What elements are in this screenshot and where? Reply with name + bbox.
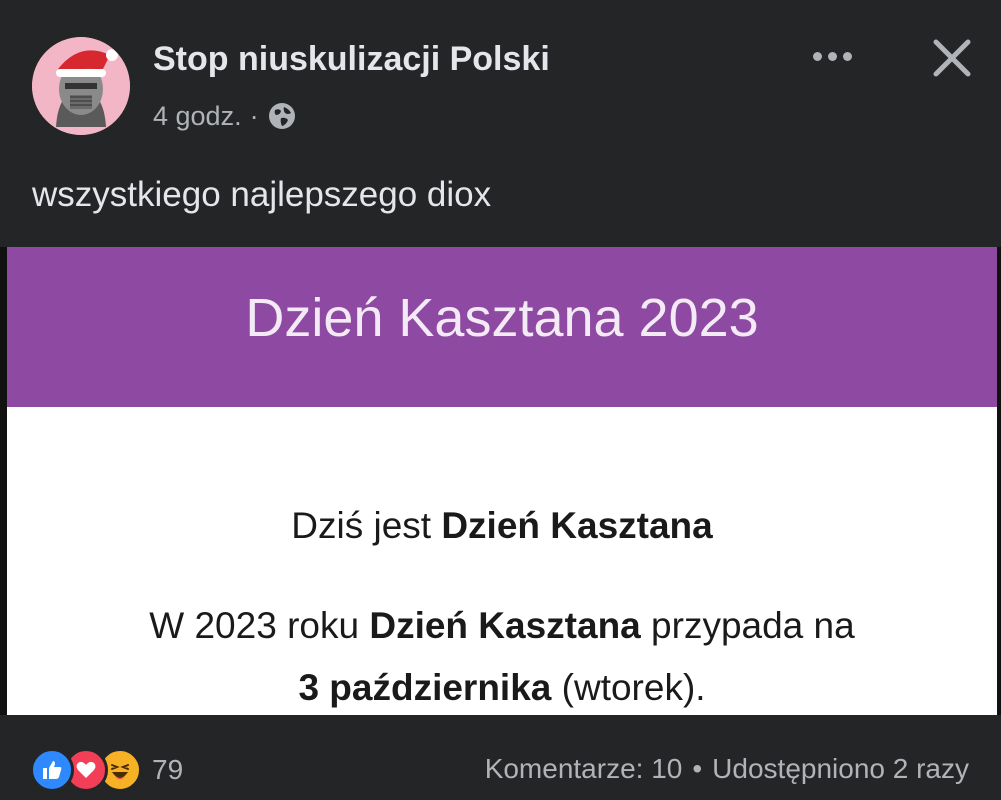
post-image[interactable]: Dzień Kasztana 2023 Dziś jest Dzień Kasz… xyxy=(0,247,1001,715)
line3-suffix: (wtorek). xyxy=(551,667,706,708)
post-header: Stop niuskulizacji Polski 4 godz. · xyxy=(0,0,1001,160)
reactions-summary[interactable]: 79 xyxy=(30,748,183,792)
image-line-date: 3 października (wtorek). xyxy=(7,667,997,709)
globe-icon xyxy=(267,101,297,131)
post-stats: Komentarze: 10 • Udostępniono 2 razy xyxy=(485,753,969,785)
line3-bold: 3 października xyxy=(298,667,552,708)
banner-dashed-edge xyxy=(7,393,997,409)
meta-separator: · xyxy=(249,100,259,131)
post-footer: 79 Komentarze: 10 • Udostępniono 2 razy xyxy=(0,715,1001,800)
post-caption: wszystkiego najlepszego diox xyxy=(32,175,492,214)
page-avatar[interactable] xyxy=(32,37,130,135)
shares-count[interactable]: Udostępniono 2 razy xyxy=(712,753,969,785)
more-options-icon[interactable] xyxy=(806,36,858,76)
comments-count[interactable]: Komentarze: 10 xyxy=(485,753,683,785)
line2-prefix: W 2023 roku xyxy=(149,605,370,646)
post-meta: 4 godz. · xyxy=(153,97,297,135)
page-name[interactable]: Stop niuskulizacji Polski xyxy=(153,40,550,79)
reaction-count[interactable]: 79 xyxy=(152,754,183,786)
close-icon[interactable] xyxy=(924,30,980,86)
post-time[interactable]: 4 godz. xyxy=(153,101,242,132)
line1-bold: Dzień Kasztana xyxy=(441,505,713,546)
line1-prefix: Dziś jest xyxy=(291,505,442,546)
line2-bold: Dzień Kasztana xyxy=(369,605,641,646)
image-content: Dzień Kasztana 2023 Dziś jest Dzień Kasz… xyxy=(7,247,997,715)
line2-suffix: przypada na xyxy=(640,605,855,646)
image-line-today: Dziś jest Dzień Kasztana xyxy=(7,505,997,547)
banner-title: Dzień Kasztana 2023 xyxy=(245,288,759,348)
image-banner: Dzień Kasztana 2023 xyxy=(7,247,997,407)
image-line-year: W 2023 roku Dzień Kasztana przypada na xyxy=(7,605,997,647)
like-icon xyxy=(30,748,74,792)
stats-bullet: • xyxy=(692,753,703,784)
